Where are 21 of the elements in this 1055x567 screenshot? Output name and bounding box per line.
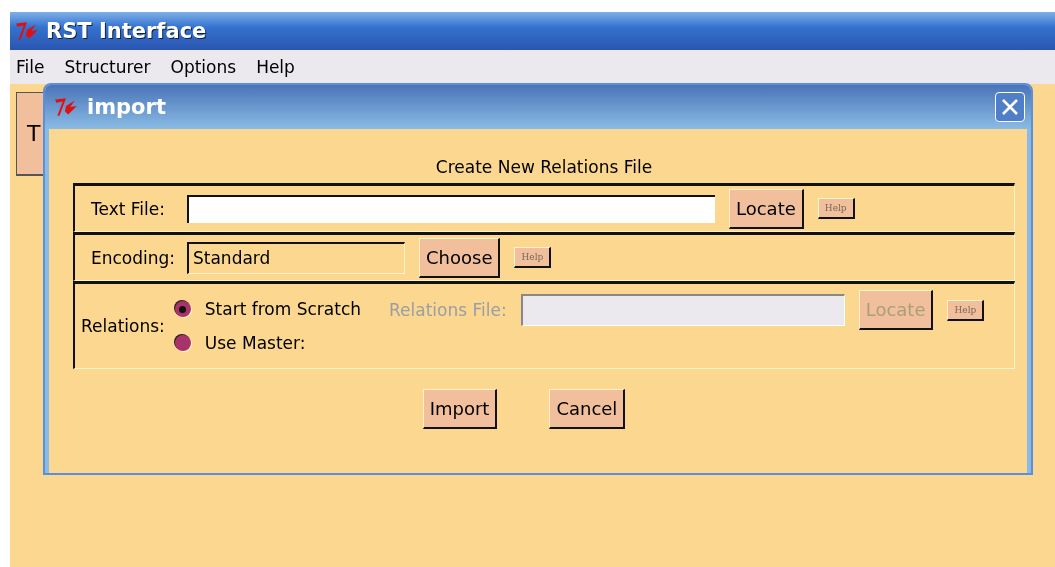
window-title: RST Interface [46,19,207,43]
menu-item[interactable]: Options [170,57,237,77]
field-label: Text File: [91,198,166,219]
close-icon [1000,97,1020,117]
choose-button[interactable]: Choose [419,237,501,278]
dialog-heading: Create New Relations File [434,157,654,177]
text-file-field[interactable] [187,194,715,223]
feather-logo-icon [14,20,40,42]
locate-button[interactable]: Locate [729,188,804,229]
dialog-title: import [87,95,167,119]
menu-item[interactable]: Structurer [64,57,151,77]
feather-logo-icon [53,96,79,118]
field-label: Encoding: [91,247,173,268]
dialog-button[interactable]: Import [422,389,498,429]
menu-item[interactable]: File [16,57,45,77]
field-label: Relations: [81,316,165,336]
menu-item[interactable]: Help [256,57,295,77]
encoding-field[interactable]: Standard [187,241,405,274]
dialog-button[interactable]: Cancel [549,389,626,429]
close-button[interactable] [995,92,1025,122]
field-label: Relations File: [389,300,507,320]
